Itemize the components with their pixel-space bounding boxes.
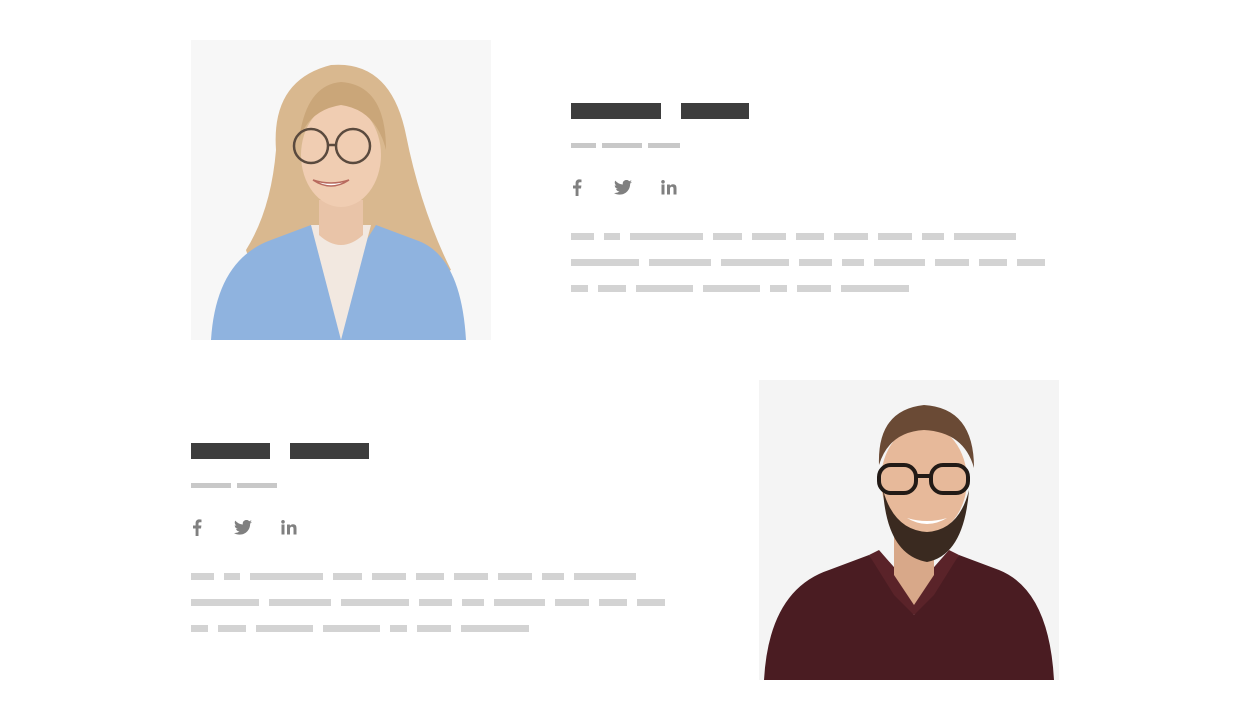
name-last-placeholder — [681, 103, 749, 119]
man-portrait-photo — [759, 380, 1059, 680]
bio-line — [191, 625, 529, 632]
bio-line — [571, 233, 1016, 240]
member-2-role — [191, 483, 277, 488]
role-placeholder — [237, 483, 277, 488]
bio-line — [191, 599, 665, 606]
twitter-icon[interactable] — [614, 178, 632, 196]
bio-line — [191, 573, 636, 580]
name-first-placeholder — [191, 443, 270, 459]
role-placeholder — [571, 143, 596, 148]
woman-portrait-photo — [191, 40, 491, 340]
twitter-icon[interactable] — [234, 518, 252, 536]
name-first-placeholder — [571, 103, 661, 119]
member-2-photo — [759, 380, 1059, 680]
name-last-placeholder — [290, 443, 369, 459]
member-1-photo — [191, 40, 491, 340]
bio-line — [571, 285, 909, 292]
linkedin-icon[interactable] — [280, 518, 298, 536]
role-placeholder — [602, 143, 642, 148]
role-placeholder — [648, 143, 680, 148]
member-1-name — [571, 103, 749, 119]
role-placeholder — [191, 483, 231, 488]
member-1-role — [571, 143, 680, 148]
member-1-social-links — [568, 178, 678, 196]
facebook-icon[interactable] — [568, 178, 586, 196]
facebook-icon[interactable] — [188, 518, 206, 536]
linkedin-icon[interactable] — [660, 178, 678, 196]
bio-line — [571, 259, 1045, 266]
member-2-social-links — [188, 518, 298, 536]
member-2-name — [191, 443, 369, 459]
